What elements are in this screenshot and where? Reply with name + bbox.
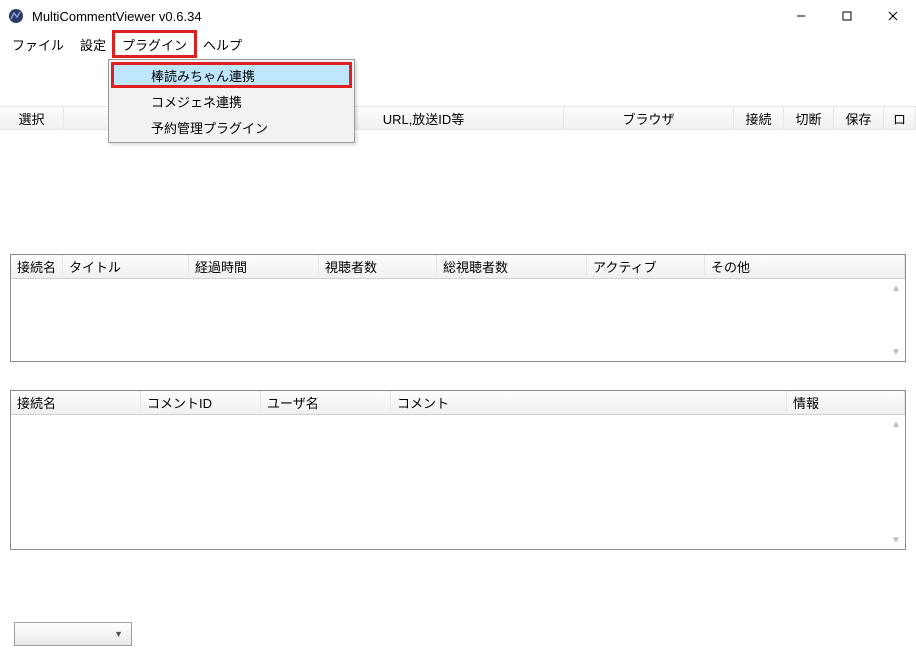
scroll-down-icon[interactable]: ▼ (889, 533, 903, 547)
status-col-total-viewers[interactable]: 総視聴者数 (437, 255, 587, 278)
col-save[interactable]: 保存 (834, 107, 884, 129)
status-col-active[interactable]: アクティブ (587, 255, 705, 278)
menubar: ファイル 設定 プラグイン ヘルプ (0, 32, 916, 56)
plugin-dropdown: 棒読みちゃん連携 コメジェネ連携 予約管理プラグイン (108, 59, 355, 143)
menu-file[interactable]: ファイル (4, 32, 72, 56)
comment-col-info[interactable]: 情報 (787, 391, 905, 414)
bottom-combo[interactable]: ▼ (14, 622, 132, 646)
minimize-button[interactable] (778, 0, 824, 32)
app-window: MultiCommentViewer v0.6.34 ファイル 設定 プラグイン… (0, 0, 916, 672)
close-button[interactable] (870, 0, 916, 32)
window-controls (778, 0, 916, 32)
col-disconnect[interactable]: 切断 (784, 107, 834, 129)
window-title: MultiCommentViewer v0.6.34 (32, 9, 202, 24)
menu-settings[interactable]: 設定 (72, 32, 114, 56)
comment-grid-header: 接続名 コメントID ユーザ名 コメント 情報 (11, 391, 905, 415)
comment-col-comment[interactable]: コメント (391, 391, 787, 414)
scroll-up-icon[interactable]: ▲ (889, 281, 903, 295)
status-col-title[interactable]: タイトル (63, 255, 189, 278)
plugin-item-comegene[interactable]: コメジェネ連携 (111, 88, 352, 114)
comment-grid-body[interactable]: ▲ ▼ (11, 415, 905, 549)
titlebar: MultiCommentViewer v0.6.34 (0, 0, 916, 32)
col-select[interactable]: 選択 (0, 107, 64, 129)
comment-col-user[interactable]: ユーザ名 (261, 391, 391, 414)
status-col-viewers[interactable]: 視聴者数 (319, 255, 437, 278)
status-grid-header: 接続名 タイトル 経過時間 視聴者数 総視聴者数 アクティブ その他 (11, 255, 905, 279)
comment-grid: 接続名 コメントID ユーザ名 コメント 情報 ▲ ▼ (10, 390, 906, 550)
col-extra[interactable]: ロ (884, 107, 916, 129)
col-connect[interactable]: 接続 (734, 107, 784, 129)
chevron-down-icon: ▼ (114, 629, 123, 639)
connection-toolbar-body (0, 130, 916, 250)
scroll-up-icon[interactable]: ▲ (889, 417, 903, 431)
scroll-down-icon[interactable]: ▼ (889, 345, 903, 359)
menu-plugin[interactable]: プラグイン (114, 32, 195, 56)
status-grid-body[interactable]: ▲ ▼ (11, 279, 905, 361)
plugin-item-bouyomi[interactable]: 棒読みちゃん連携 (111, 62, 352, 88)
status-grid: 接続名 タイトル 経過時間 視聴者数 総視聴者数 アクティブ その他 ▲ ▼ (10, 254, 906, 362)
status-col-elapsed[interactable]: 経過時間 (189, 255, 319, 278)
maximize-button[interactable] (824, 0, 870, 32)
status-col-connection[interactable]: 接続名 (11, 255, 63, 278)
plugin-item-reservation[interactable]: 予約管理プラグイン (111, 114, 352, 140)
col-browser[interactable]: ブラウザ (564, 107, 734, 129)
comment-col-connection[interactable]: 接続名 (11, 391, 141, 414)
status-col-other[interactable]: その他 (705, 255, 905, 278)
comment-col-id[interactable]: コメントID (141, 391, 261, 414)
menu-help[interactable]: ヘルプ (195, 32, 250, 56)
app-icon (8, 8, 24, 24)
